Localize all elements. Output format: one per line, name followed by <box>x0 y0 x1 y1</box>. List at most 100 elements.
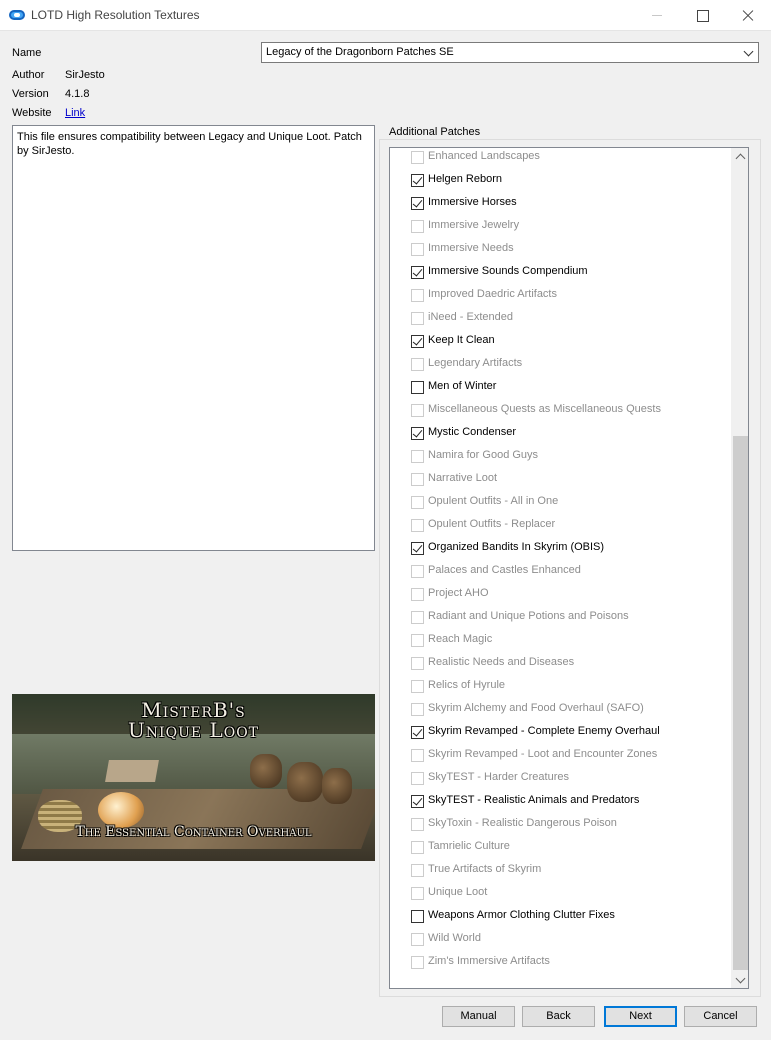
patch-checkbox <box>411 565 424 578</box>
patch-checkbox <box>411 289 424 302</box>
patch-item: Miscellaneous Quests as Miscellaneous Qu… <box>390 399 732 422</box>
patch-item: Enhanced Landscapes <box>390 148 732 169</box>
scroll-thumb[interactable] <box>733 436 748 970</box>
patch-checkbox[interactable] <box>411 795 424 808</box>
patch-checkbox <box>411 749 424 762</box>
patch-label: Improved Daedric Artifacts <box>428 288 557 300</box>
patch-checkbox <box>411 450 424 463</box>
patch-item[interactable]: Men of Winter <box>390 376 732 399</box>
patch-label: True Artifacts of Skyrim <box>428 863 542 875</box>
title-bar: LOTD High Resolution Textures <box>0 0 771 31</box>
website-link[interactable]: Link <box>65 107 85 119</box>
patch-item[interactable]: Immersive Sounds Compendium <box>390 261 732 284</box>
patch-item[interactable]: Organized Bandits In Skyrim (OBIS) <box>390 537 732 560</box>
name-label: Name <box>12 47 42 59</box>
patch-checkbox[interactable] <box>411 726 424 739</box>
back-button[interactable]: Back <box>522 1006 595 1027</box>
patch-label: Skyrim Alchemy and Food Overhaul (SAFO) <box>428 702 644 714</box>
patch-checkbox[interactable] <box>411 335 424 348</box>
patch-checkbox[interactable] <box>411 197 424 210</box>
banner-barrel <box>287 762 323 802</box>
description-box[interactable]: This file ensures compatibility between … <box>12 125 375 551</box>
patch-label: Mystic Condenser <box>428 426 517 438</box>
close-icon[interactable] <box>725 0 771 31</box>
patch-label: Namira for Good Guys <box>428 449 539 461</box>
patch-checkbox <box>411 588 424 601</box>
patch-item[interactable]: Helgen Reborn <box>390 169 732 192</box>
name-select[interactable]: Legacy of the Dragonborn Patches SE <box>261 42 759 63</box>
scroll-down-icon[interactable] <box>732 971 748 988</box>
scroll-up-icon[interactable] <box>732 148 748 165</box>
patch-label: Realistic Needs and Diseases <box>428 656 575 668</box>
patch-item: Relics of Hyrule <box>390 675 732 698</box>
patch-item: Palaces and Castles Enhanced <box>390 560 732 583</box>
mod-banner-image: MisterB's Unique Loot The Essential Cont… <box>12 694 375 861</box>
version-value: 4.1.8 <box>65 88 90 100</box>
patch-checkbox <box>411 680 424 693</box>
patch-item: Unique Loot <box>390 882 732 905</box>
patch-label: iNeed - Extended <box>428 311 513 323</box>
patch-label: Palaces and Castles Enhanced <box>428 564 581 576</box>
maximize-icon[interactable] <box>679 0 725 31</box>
patch-label: Relics of Hyrule <box>428 679 506 691</box>
patch-item: Reach Magic <box>390 629 732 652</box>
patch-checkbox[interactable] <box>411 381 424 394</box>
patch-item: Improved Daedric Artifacts <box>390 284 732 307</box>
patch-item: Wild World <box>390 928 732 951</box>
patch-item: True Artifacts of Skyrim <box>390 859 732 882</box>
patch-checkbox <box>411 151 424 164</box>
patch-item: Zim's Immersive Artifacts <box>390 951 732 974</box>
patch-label: Organized Bandits In Skyrim (OBIS) <box>428 541 605 553</box>
patch-checkbox <box>411 496 424 509</box>
author-value: SirJesto <box>65 69 105 81</box>
patch-item: Legendary Artifacts <box>390 353 732 376</box>
patch-checkbox[interactable] <box>411 266 424 279</box>
patch-checkbox <box>411 634 424 647</box>
patch-item: Namira for Good Guys <box>390 445 732 468</box>
patch-item: Narrative Loot <box>390 468 732 491</box>
patch-label: Unique Loot <box>428 886 488 898</box>
patch-label: SkyToxin - Realistic Dangerous Poison <box>428 817 617 829</box>
patch-checkbox <box>411 404 424 417</box>
patch-label: Weapons Armor Clothing Clutter Fixes <box>428 909 615 921</box>
patches-list[interactable]: Enhanced Landscapes Helgen Reborn Immersiv… <box>389 147 749 989</box>
patch-item[interactable]: Weapons Armor Clothing Clutter Fixes <box>390 905 732 928</box>
patch-checkbox <box>411 358 424 371</box>
name-select-value: Legacy of the Dragonborn Patches SE <box>266 46 454 58</box>
patch-checkbox[interactable] <box>411 542 424 555</box>
patch-checkbox <box>411 473 424 486</box>
patch-checkbox[interactable] <box>411 910 424 923</box>
patch-item[interactable]: Keep It Clean <box>390 330 732 353</box>
patch-label: Immersive Jewelry <box>428 219 520 231</box>
patch-label: Narrative Loot <box>428 472 498 484</box>
patch-checkbox <box>411 818 424 831</box>
banner-barrel <box>322 768 352 804</box>
patch-checkbox <box>411 657 424 670</box>
patch-item[interactable]: Skyrim Revamped - Complete Enemy Overhau… <box>390 721 732 744</box>
patch-item[interactable]: SkyTEST - Realistic Animals and Predator… <box>390 790 732 813</box>
patch-checkbox <box>411 312 424 325</box>
patch-item: iNeed - Extended <box>390 307 732 330</box>
patch-item[interactable]: Mystic Condenser <box>390 422 732 445</box>
minimize-icon[interactable] <box>633 0 679 31</box>
patch-label: Zim's Immersive Artifacts <box>428 955 550 967</box>
manual-button[interactable]: Manual <box>442 1006 515 1027</box>
patch-label: Immersive Horses <box>428 196 517 208</box>
patch-checkbox[interactable] <box>411 427 424 440</box>
patch-label: Project AHO <box>428 587 489 599</box>
version-label: Version <box>12 88 49 100</box>
patch-label: Skyrim Revamped - Complete Enemy Overhau… <box>428 725 660 737</box>
patches-scrollbar[interactable] <box>731 148 748 988</box>
chevron-down-icon <box>743 46 754 57</box>
next-button[interactable]: Next <box>604 1006 677 1027</box>
patch-checkbox <box>411 841 424 854</box>
patch-item[interactable]: Immersive Horses <box>390 192 732 215</box>
patch-item: Opulent Outfits - Replacer <box>390 514 732 537</box>
patch-checkbox <box>411 220 424 233</box>
banner-subtitle: The Essential Container Overhaul <box>75 824 312 840</box>
patch-checkbox[interactable] <box>411 174 424 187</box>
window-title: LOTD High Resolution Textures <box>31 8 200 22</box>
website-label: Website <box>12 107 52 119</box>
cancel-button[interactable]: Cancel <box>684 1006 757 1027</box>
patch-label: Opulent Outfits - All in One <box>428 495 559 507</box>
